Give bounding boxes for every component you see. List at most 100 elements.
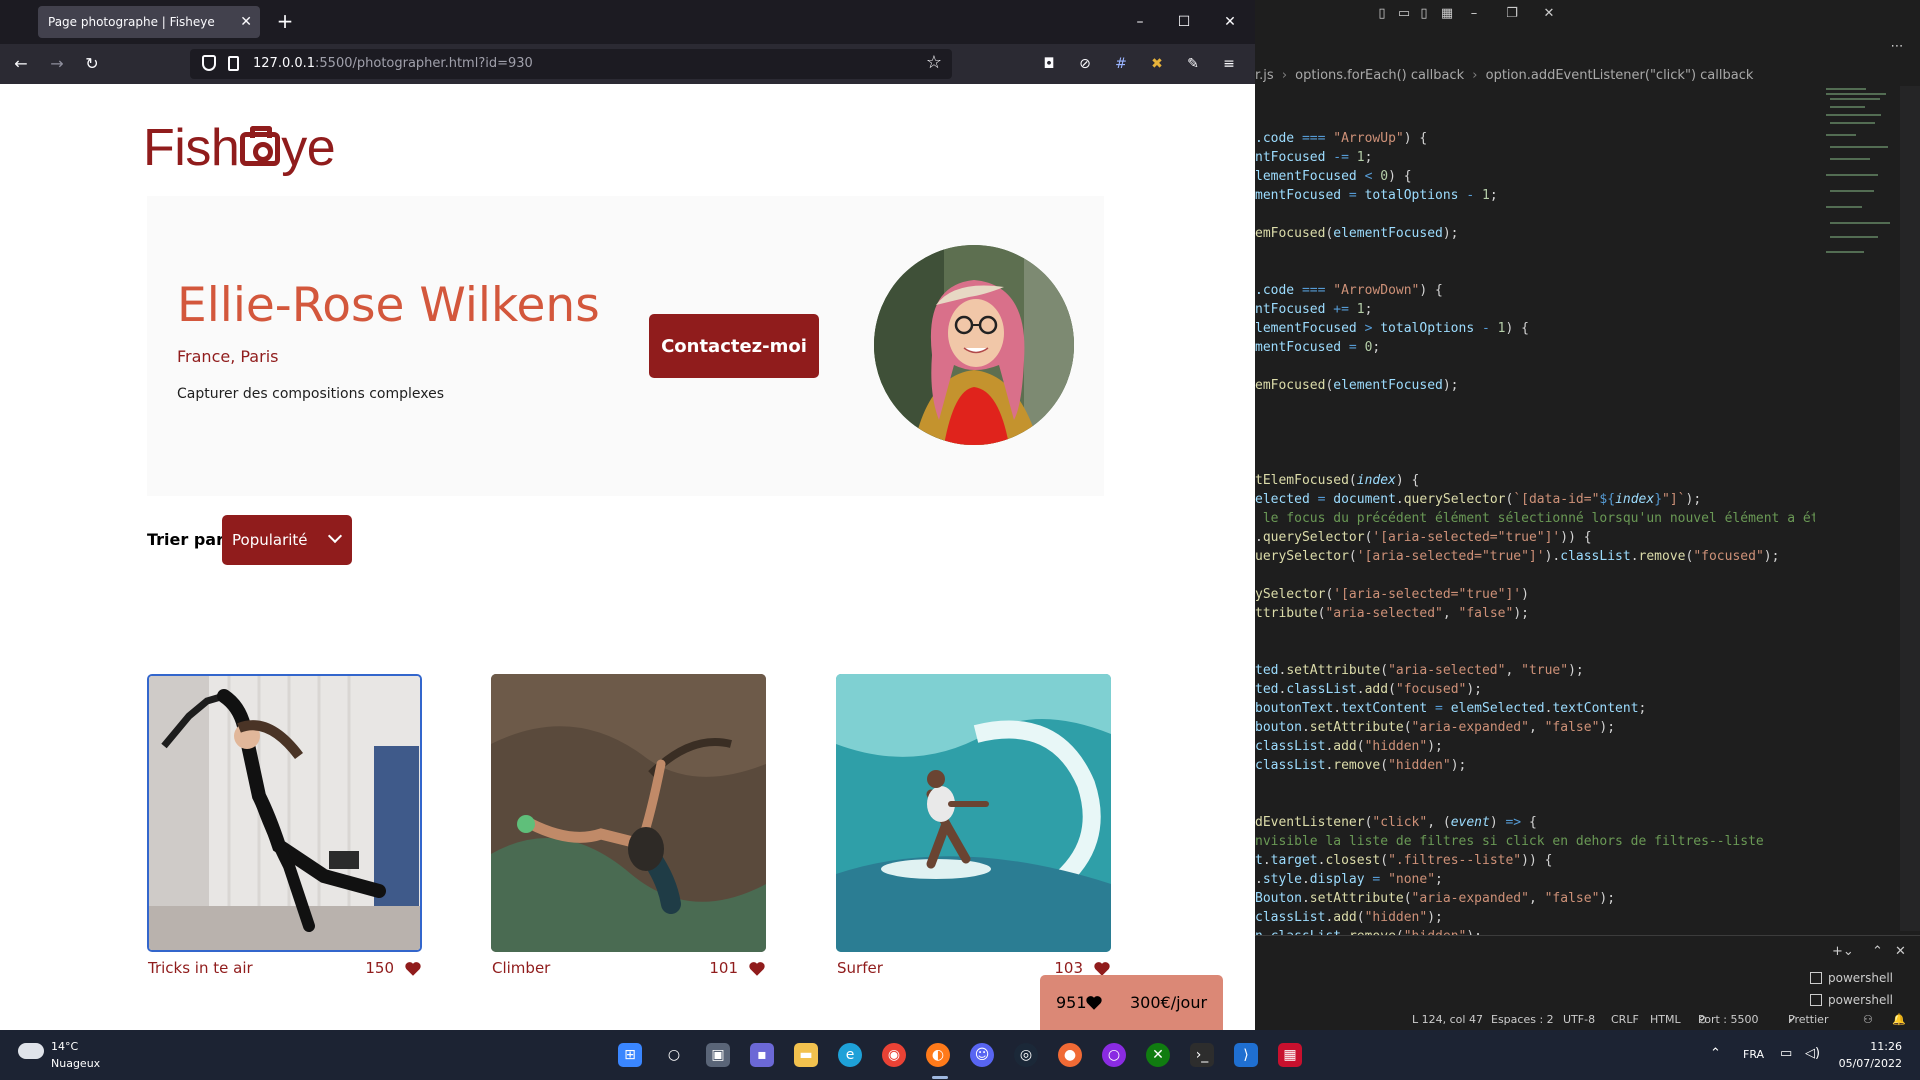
- vscode-close-icon[interactable]: ✕: [1540, 5, 1558, 23]
- heart-icon[interactable]: [404, 960, 422, 978]
- code-line[interactable]: elected = document.querySelector(`[data-…: [1255, 490, 1701, 509]
- firefox-icon[interactable]: ◐: [926, 1043, 950, 1067]
- status-indentation[interactable]: Espaces : 2: [1491, 1010, 1554, 1030]
- search-icon[interactable]: ○: [662, 1043, 686, 1067]
- code-line[interactable]: uerySelector('[aria-selected="true"]').c…: [1255, 547, 1779, 566]
- code-line[interactable]: t.target.closest(".filtres--liste")) {: [1255, 851, 1552, 870]
- code-line[interactable]: mentFocused = totalOptions - 1;: [1255, 186, 1498, 205]
- close-panel-icon[interactable]: ✕: [1895, 944, 1906, 959]
- bookmark-star-icon[interactable]: ☆: [926, 52, 942, 73]
- notifications-bell-icon[interactable]: 🔔: [1892, 1010, 1906, 1030]
- editor-scrollbar[interactable]: [1900, 86, 1920, 931]
- toggle-panel-icon[interactable]: ▭: [1395, 5, 1413, 23]
- terminal-tab-1[interactable]: powershell: [1810, 969, 1893, 987]
- heart-icon[interactable]: [748, 960, 766, 978]
- page-icon[interactable]: [228, 56, 239, 71]
- breadcrumb-symbol-1[interactable]: options.forEach() callback: [1295, 68, 1464, 83]
- app-red-icon[interactable]: ▦: [1278, 1043, 1302, 1067]
- forward-arrow-icon[interactable]: →: [45, 52, 69, 76]
- pocket-icon[interactable]: ◘: [1039, 54, 1059, 74]
- code-line[interactable]: .code === "ArrowUp") {: [1255, 129, 1427, 148]
- code-line[interactable]: ted.setAttribute("aria-selected", "true"…: [1255, 661, 1584, 680]
- reload-icon[interactable]: ↻: [80, 52, 104, 76]
- edge-icon[interactable]: e: [838, 1043, 862, 1067]
- maximize-icon[interactable]: ☐: [1172, 10, 1196, 34]
- accounts-icon[interactable]: ⚇: [1863, 1010, 1873, 1030]
- code-line[interactable]: lementFocused > totalOptions - 1) {: [1255, 319, 1529, 338]
- url-text[interactable]: 127.0.0.1:5500/photographer.html?id=930: [253, 49, 533, 79]
- code-line[interactable]: dEventListener("click", (event) => {: [1255, 813, 1537, 832]
- breadcrumb-file[interactable]: r.js: [1255, 68, 1274, 83]
- media-thumbnail[interactable]: [147, 674, 422, 952]
- menu-hamburger-icon[interactable]: ≡: [1219, 54, 1239, 74]
- tab-photographer-page[interactable]: Page photographe | Fisheye ✕: [38, 6, 260, 38]
- terminal-tab-2[interactable]: powershell: [1810, 991, 1893, 1009]
- media-thumbnail[interactable]: [836, 674, 1111, 952]
- minimap[interactable]: [1818, 86, 1900, 326]
- code-line[interactable]: nvisible la liste de filtres si click en…: [1255, 832, 1764, 851]
- minimize-icon[interactable]: –: [1128, 10, 1152, 34]
- toggle-sidebar-icon[interactable]: ▯: [1373, 5, 1391, 23]
- file-explorer-icon[interactable]: ▬: [794, 1043, 818, 1067]
- new-terminal-icon[interactable]: +⌄: [1832, 944, 1854, 959]
- vscode-minimize-icon[interactable]: –: [1465, 5, 1483, 23]
- maximize-panel-icon[interactable]: ⌃: [1872, 944, 1883, 959]
- compass-icon[interactable]: ⊘: [1075, 54, 1095, 74]
- code-line[interactable]: ntFocused -= 1;: [1255, 148, 1372, 167]
- code-line[interactable]: le focus du précédent élément sélectionn…: [1255, 509, 1815, 528]
- status-eol[interactable]: CRLF: [1611, 1010, 1639, 1030]
- terminal-icon[interactable]: ›_: [1190, 1043, 1214, 1067]
- shield-icon[interactable]: [202, 55, 216, 71]
- xbox-icon[interactable]: ✕: [1146, 1043, 1170, 1067]
- code-line[interactable]: n.classList.remove("hidden");: [1255, 927, 1482, 935]
- clock-date[interactable]: 05/07/2022: [1836, 1057, 1902, 1070]
- color-picker-icon[interactable]: ✎: [1183, 54, 1203, 74]
- clock-time[interactable]: 11:26: [1852, 1040, 1902, 1053]
- discord-icon[interactable]: ☺: [970, 1043, 994, 1067]
- close-window-icon[interactable]: ✕: [1218, 10, 1242, 34]
- task-view-icon[interactable]: ▣: [706, 1043, 730, 1067]
- steam-icon[interactable]: ◎: [1014, 1043, 1038, 1067]
- new-tab-icon[interactable]: +: [272, 8, 298, 34]
- code-line[interactable]: classList.remove("hidden");: [1255, 756, 1466, 775]
- code-line[interactable]: ySelector('[aria-selected="true"]'): [1255, 585, 1529, 604]
- back-arrow-icon[interactable]: ←: [9, 52, 33, 76]
- code-line[interactable]: lementFocused < 0) {: [1255, 167, 1412, 186]
- code-line[interactable]: .code === "ArrowDown") {: [1255, 281, 1443, 300]
- more-actions-icon[interactable]: ⋯: [1888, 38, 1906, 56]
- code-line[interactable]: ntFocused += 1;: [1255, 300, 1372, 319]
- teams-chat-icon[interactable]: ▪: [750, 1043, 774, 1067]
- app-ring-icon[interactable]: ○: [1102, 1043, 1126, 1067]
- sort-dropdown-button[interactable]: Popularité: [222, 515, 352, 565]
- code-line[interactable]: boutonText.textContent = elemSelected.te…: [1255, 699, 1646, 718]
- customize-layout-icon[interactable]: ▦: [1438, 5, 1456, 23]
- vscode-icon[interactable]: ⟩: [1234, 1043, 1258, 1067]
- code-line[interactable]: .style.display = "none";: [1255, 870, 1443, 889]
- contact-button[interactable]: Contactez-moi: [649, 314, 819, 378]
- network-icon[interactable]: ▭: [1780, 1046, 1792, 1061]
- code-line[interactable]: mentFocused = 0;: [1255, 338, 1380, 357]
- fisheye-logo[interactable]: Fish ye: [143, 118, 336, 178]
- chevron-up-icon[interactable]: ⌃: [1710, 1046, 1721, 1061]
- volume-icon[interactable]: ◁): [1805, 1046, 1820, 1061]
- code-line[interactable]: tElemFocused(index) {: [1255, 471, 1419, 490]
- breadcrumb-symbol-2[interactable]: option.addEventListener("click") callbac…: [1486, 68, 1754, 83]
- code-line[interactable]: Bouton.setAttribute("aria-expanded", "fa…: [1255, 889, 1615, 908]
- windows-start-icon[interactable]: ⊞: [618, 1043, 642, 1067]
- code-line[interactable]: ted.classList.add("focused");: [1255, 680, 1482, 699]
- origin-icon[interactable]: ●: [1058, 1043, 1082, 1067]
- code-line[interactable]: classList.add("hidden");: [1255, 737, 1443, 756]
- extension-grid-icon[interactable]: #: [1111, 54, 1131, 74]
- code-editor[interactable]: .code === "ArrowUp") {ntFocused -= 1; lem…: [1255, 120, 1815, 935]
- toggle-secondary-sidebar-icon[interactable]: ▯: [1415, 5, 1433, 23]
- chrome-icon[interactable]: ◉: [882, 1043, 906, 1067]
- code-line[interactable]: emFocused(elementFocused);: [1255, 376, 1459, 395]
- url-bar[interactable]: 127.0.0.1:5500/photographer.html?id=930 …: [190, 49, 952, 79]
- tab-close-icon[interactable]: ✕: [240, 6, 252, 38]
- status-encoding[interactable]: UTF-8: [1563, 1010, 1595, 1030]
- code-line[interactable]: .querySelector('[aria-selected="true"]')…: [1255, 528, 1592, 547]
- code-line[interactable]: ttribute("aria-selected", "false");: [1255, 604, 1529, 623]
- extension-x-icon[interactable]: ✖: [1147, 54, 1167, 74]
- vscode-restore-icon[interactable]: ❐: [1503, 5, 1521, 23]
- code-line[interactable]: classList.add("hidden");: [1255, 908, 1443, 927]
